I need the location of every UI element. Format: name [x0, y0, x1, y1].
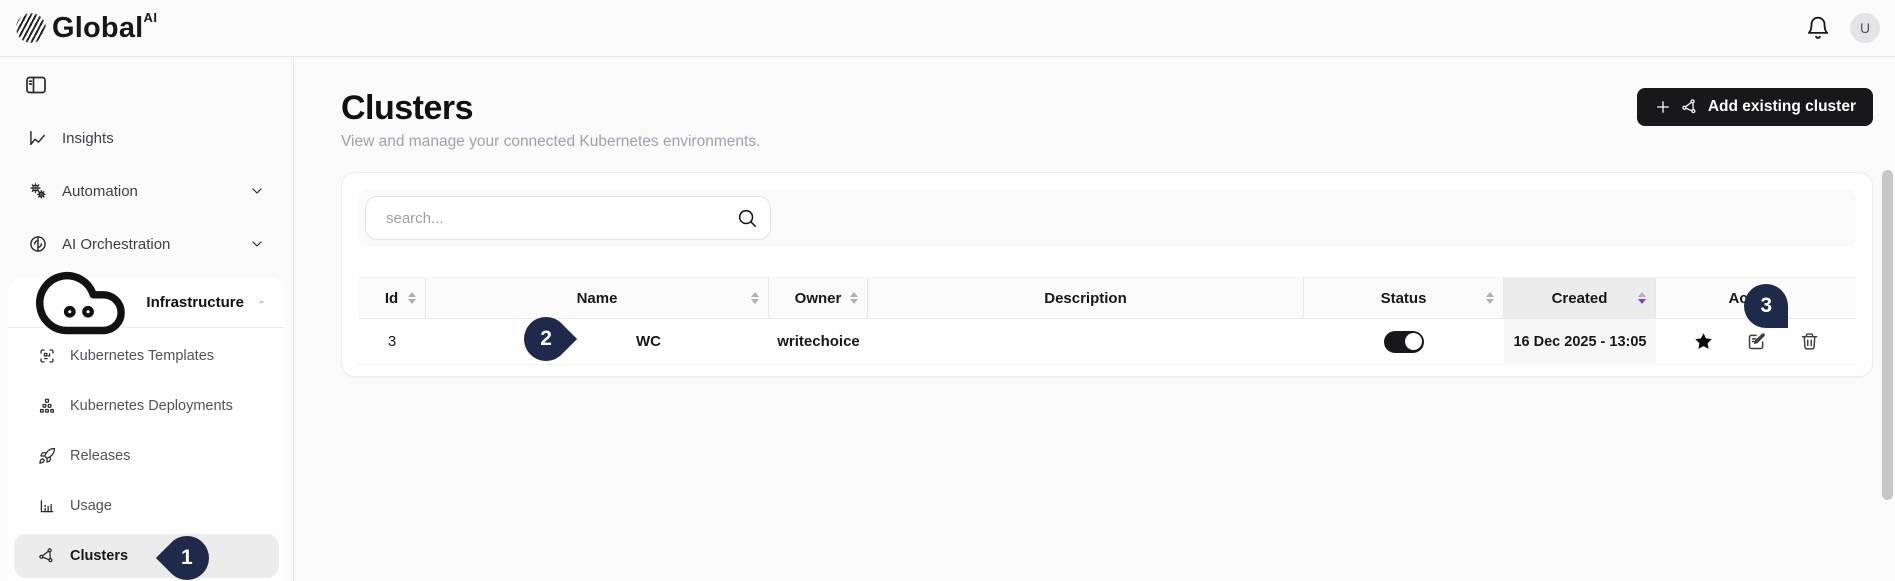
- logo: GlobalAI: [16, 13, 157, 43]
- plus-icon: [1654, 98, 1672, 116]
- sidebar-item-clusters[interactable]: Clusters: [14, 534, 279, 578]
- add-existing-cluster-button[interactable]: Add existing cluster: [1637, 88, 1873, 126]
- search-strip: [358, 189, 1856, 247]
- sidebar-item-label: Automation: [62, 183, 138, 200]
- column-header-name[interactable]: Name: [426, 278, 769, 318]
- rocket-icon: [38, 447, 56, 465]
- cell-owner: writechoice: [769, 333, 868, 350]
- infrastructure-group: Infrastructure Kubernetes Templates: [8, 277, 285, 581]
- usage-chart-icon: [38, 497, 56, 515]
- sidebar: Insights Automation AI Orchestration: [0, 57, 294, 581]
- gears-icon: [28, 181, 48, 201]
- column-header-status[interactable]: Status: [1304, 278, 1504, 318]
- user-avatar[interactable]: U: [1850, 13, 1880, 43]
- sidebar-nav: Insights Automation AI Orchestration: [0, 118, 293, 581]
- status-toggle[interactable]: [1384, 331, 1424, 353]
- sidebar-item-infrastructure[interactable]: Infrastructure: [14, 282, 279, 322]
- column-header-owner[interactable]: Owner: [769, 278, 868, 318]
- cell-name: WC: [426, 333, 769, 350]
- notifications-button[interactable]: [1804, 14, 1832, 42]
- sidebar-item-label: Infrastructure: [146, 294, 244, 311]
- delete-trash-button[interactable]: [1799, 331, 1820, 352]
- favorite-star-button[interactable]: [1693, 331, 1714, 352]
- sidebar-item-label: Clusters: [70, 548, 128, 564]
- chevron-up-icon: [258, 294, 265, 310]
- bell-icon: [1805, 15, 1831, 41]
- annotation-marker-3: 3: [1744, 284, 1788, 328]
- sidebar-item-kubernetes-deployments[interactable]: Kubernetes Deployments: [14, 384, 279, 428]
- panel-left-icon: [24, 73, 48, 97]
- sidebar-item-label: Insights: [62, 130, 114, 147]
- scrollbar-thumb[interactable]: [1882, 170, 1893, 500]
- clusters-table: Id Name Owner Description: [358, 277, 1856, 365]
- cell-actions: [1656, 331, 1856, 352]
- cell-id: 3: [358, 333, 426, 350]
- page-subtitle: View and manage your connected Kubernete…: [341, 133, 760, 151]
- sort-icon: [1486, 292, 1494, 304]
- blocks-icon: [38, 397, 56, 415]
- sort-icon: [850, 292, 858, 304]
- logo-superscript: AI: [143, 10, 157, 25]
- cloud-icon: [28, 250, 132, 354]
- logo-sphere-icon: [16, 13, 46, 43]
- cluster-network-icon: [1681, 98, 1699, 116]
- search-input[interactable]: [365, 196, 771, 240]
- app-root: GlobalAI U: [0, 0, 1895, 581]
- page-title: Clusters: [341, 89, 473, 128]
- column-header-created[interactable]: Created: [1504, 278, 1656, 318]
- add-button-label: Add existing cluster: [1708, 98, 1856, 116]
- cell-created: 16 Dec 2025 - 13:05: [1504, 319, 1656, 364]
- sidebar-item-label: Kubernetes Deployments: [70, 398, 233, 414]
- sidebar-item-label: Usage: [70, 498, 112, 514]
- chart-line-icon: [28, 128, 48, 148]
- sidebar-item-usage[interactable]: Usage: [14, 484, 279, 528]
- cell-status: [1304, 331, 1504, 353]
- search-icon: [736, 207, 758, 229]
- sort-icon-active-desc: [1638, 292, 1646, 304]
- sort-icon: [408, 292, 416, 304]
- table-row: 3 WC writechoice 16 Dec 2025 - 13:05: [358, 319, 1856, 365]
- edit-button[interactable]: [1746, 331, 1767, 352]
- sidebar-item-label: Kubernetes Templates: [70, 348, 214, 364]
- sort-icon: [751, 292, 759, 304]
- cluster-network-icon: [38, 547, 56, 565]
- sidebar-item-automation[interactable]: Automation: [8, 171, 285, 211]
- column-header-id[interactable]: Id: [358, 278, 426, 318]
- sidebar-collapse-button[interactable]: [24, 73, 48, 97]
- logo-text: GlobalAI: [52, 14, 157, 43]
- table-header-row: Id Name Owner Description: [358, 277, 1856, 319]
- chevron-down-icon: [249, 236, 265, 252]
- sidebar-item-label: Releases: [70, 448, 130, 464]
- topbar: GlobalAI U: [0, 0, 1895, 57]
- sidebar-item-releases[interactable]: Releases: [14, 434, 279, 478]
- chevron-down-icon: [249, 183, 265, 199]
- scan-template-icon: [38, 347, 56, 365]
- column-header-description: Description: [868, 278, 1304, 318]
- sidebar-item-insights[interactable]: Insights: [8, 118, 285, 158]
- clusters-card: Id Name Owner Description: [341, 172, 1873, 377]
